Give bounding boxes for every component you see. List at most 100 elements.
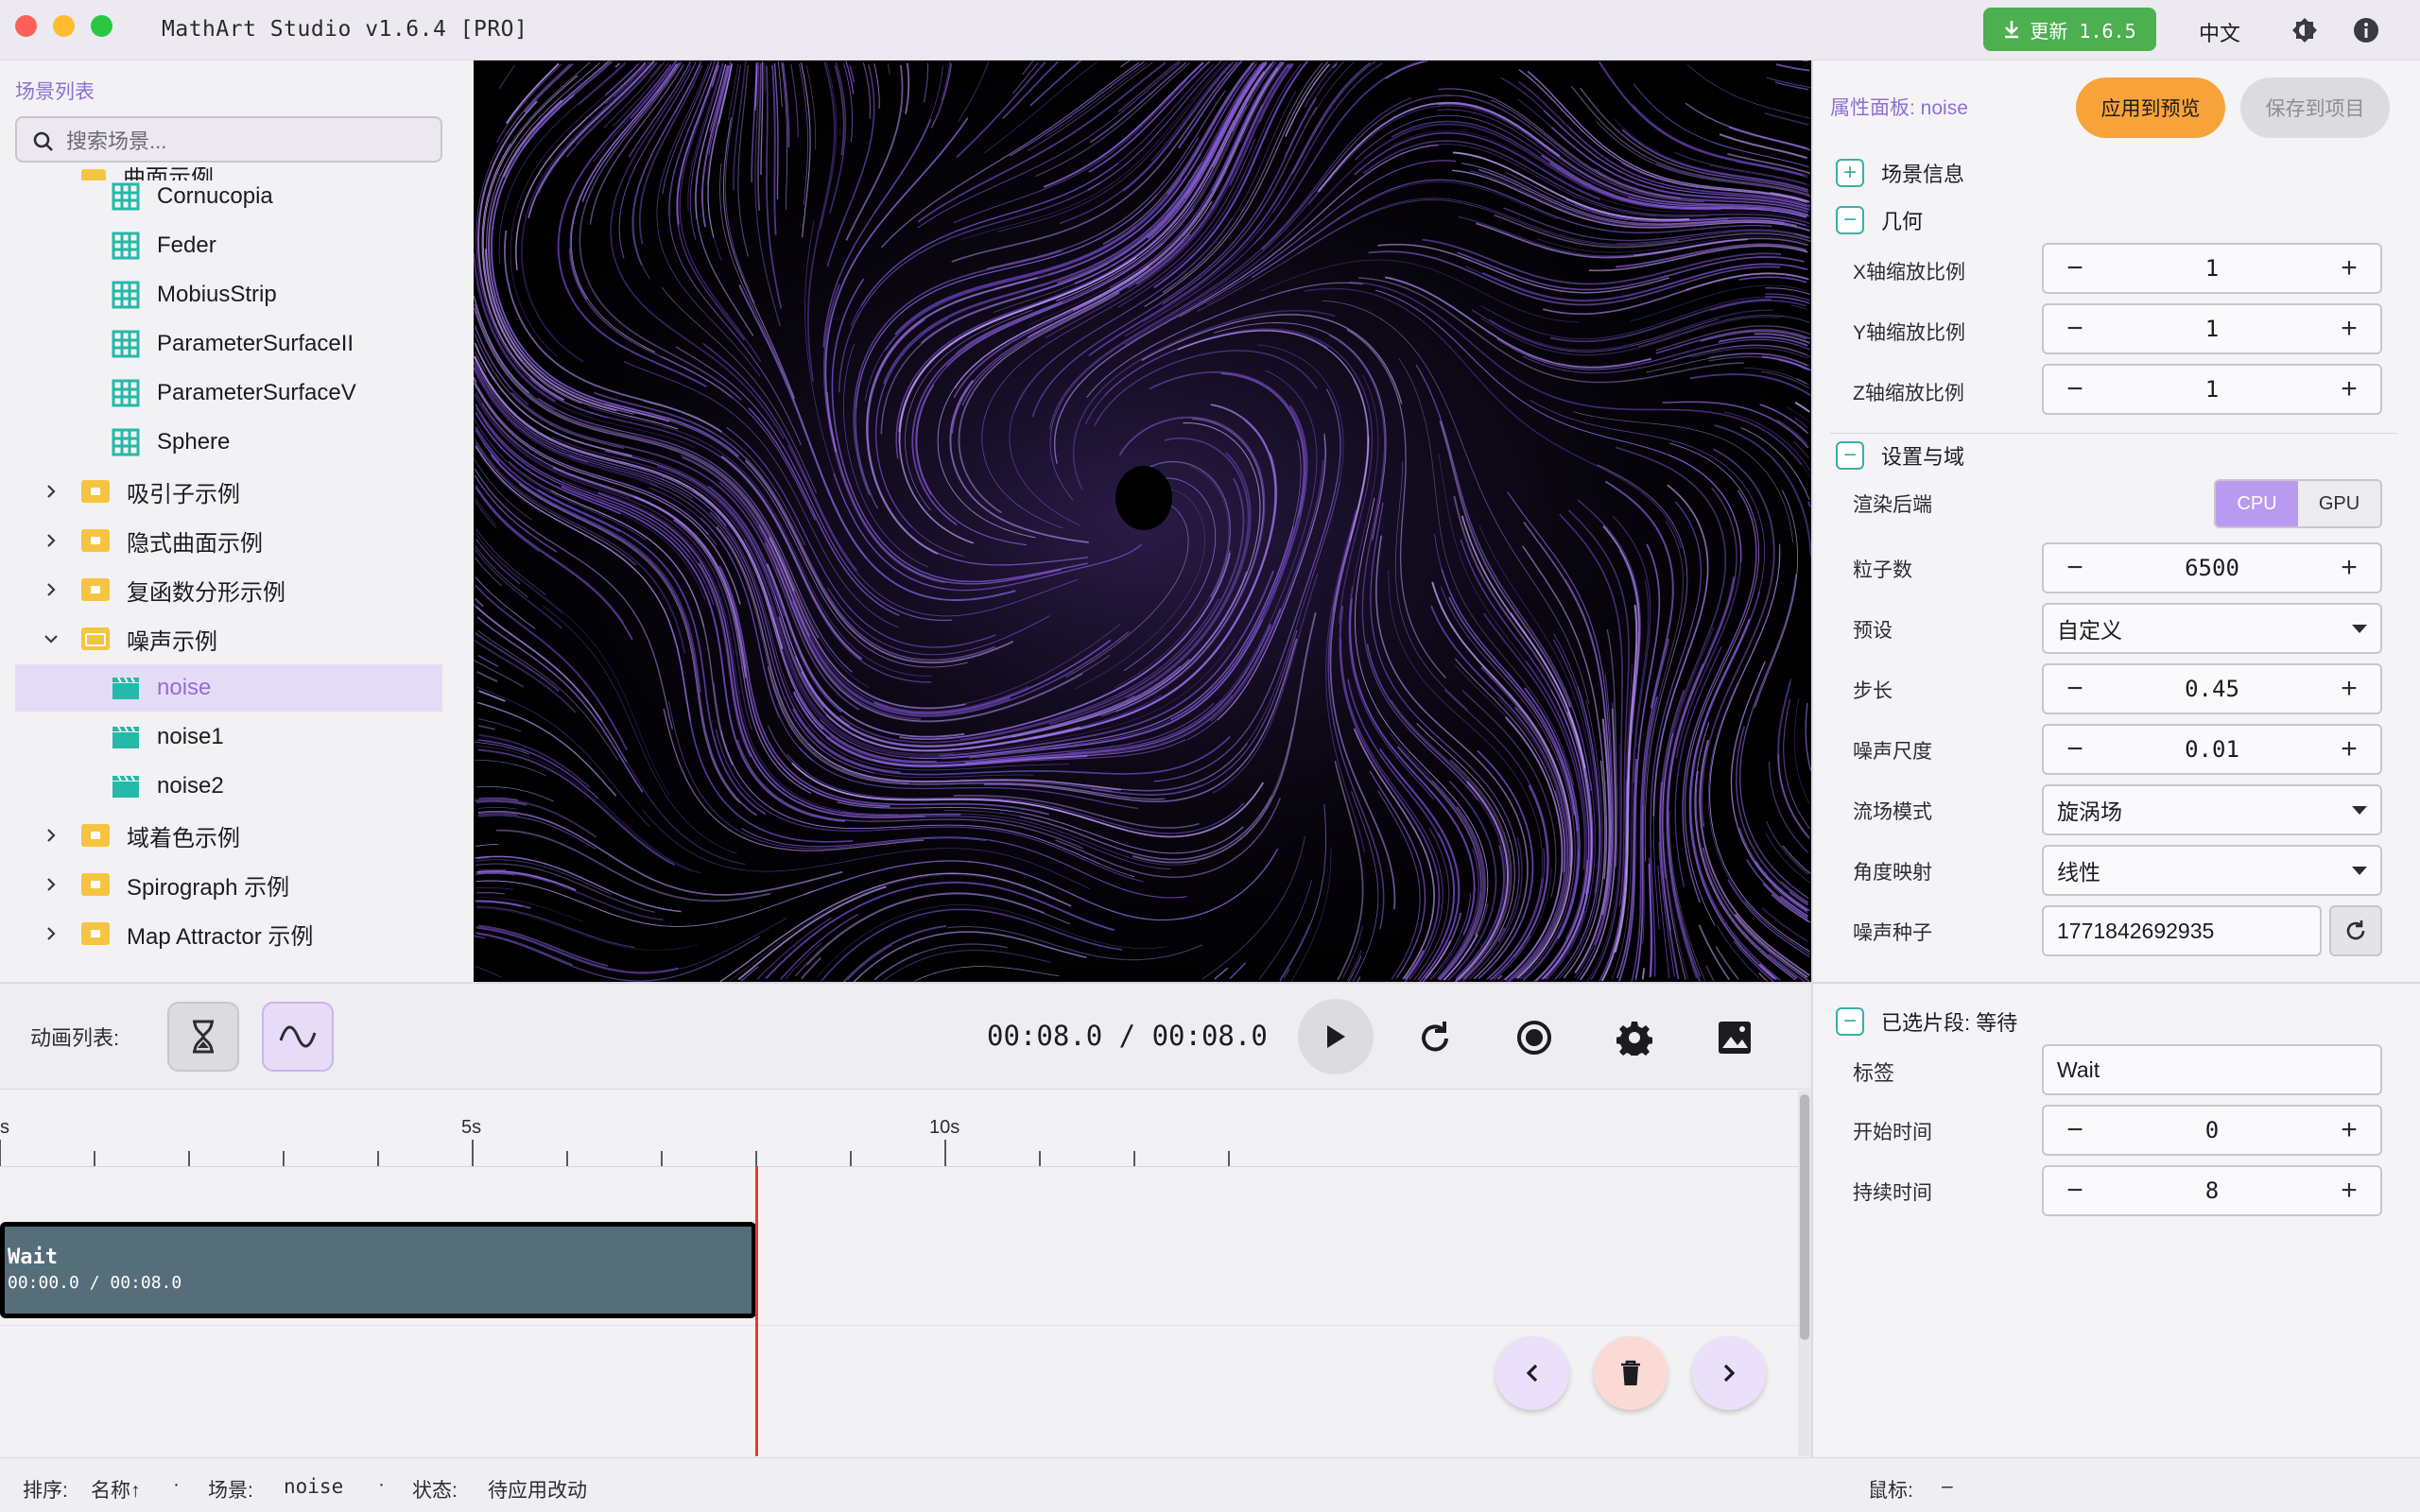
chevron-right-icon[interactable] — [43, 877, 59, 892]
backend-toggle[interactable]: CPU GPU — [2214, 479, 2382, 528]
update-button[interactable]: 更新 1.6.5 — [1983, 8, 2156, 51]
tree-item[interactable]: Spirograph 示例 — [15, 861, 442, 908]
apply-to-preview-button[interactable]: 应用到预览 — [2076, 77, 2225, 138]
tree-item[interactable]: 域着色示例 — [15, 812, 442, 859]
tree-item[interactable]: Cornucopia — [15, 173, 442, 220]
section-geometry[interactable]: − 几何 — [1836, 205, 1923, 235]
chevron-down-icon[interactable] — [43, 631, 59, 646]
tree-item[interactable]: Map Attractor 示例 — [15, 910, 442, 957]
prev-clip-button[interactable] — [1495, 1336, 1569, 1410]
angle-map-dropdown[interactable]: 线性 — [2042, 845, 2382, 896]
decrement-button[interactable]: − — [2061, 313, 2089, 345]
increment-button[interactable]: + — [2335, 313, 2363, 345]
decrement-button[interactable]: − — [2061, 1175, 2089, 1207]
minimize-window-button[interactable] — [53, 15, 75, 37]
seed-input[interactable]: 1771842692935 — [2042, 905, 2322, 956]
tree-item[interactable]: MobiusStrip — [15, 271, 442, 318]
increment-button[interactable]: + — [2335, 673, 2363, 705]
noise-scale-value[interactable]: 0.01 — [2089, 736, 2335, 763]
increment-button[interactable]: + — [2335, 552, 2363, 584]
preset-dropdown[interactable]: 自定义 — [2042, 603, 2382, 654]
start-time-value[interactable]: 0 — [2089, 1117, 2335, 1143]
decrement-button[interactable]: − — [2061, 1114, 2089, 1146]
play-button[interactable] — [1298, 999, 1374, 1074]
step-value[interactable]: 0.45 — [2089, 676, 2335, 702]
tree-item[interactable]: noise — [15, 664, 442, 712]
particles-value[interactable]: 6500 — [2089, 555, 2335, 581]
y-scale-value[interactable]: 1 — [2089, 316, 2335, 342]
close-window-button[interactable] — [15, 15, 37, 37]
gear-icon[interactable] — [1616, 1020, 1652, 1056]
save-to-project-button[interactable]: 保存到项目 — [2240, 77, 2390, 138]
decrement-button[interactable]: − — [2061, 252, 2089, 284]
tree-item[interactable]: 隐式曲面示例 — [15, 517, 442, 564]
flow-mode-dropdown[interactable]: 旋涡场 — [2042, 784, 2382, 835]
z-scale-value[interactable]: 1 — [2089, 376, 2335, 403]
tree-item[interactable]: noise1 — [15, 713, 442, 761]
decrement-button[interactable]: − — [2061, 552, 2089, 584]
x-scale-value[interactable]: 1 — [2089, 255, 2335, 282]
increment-button[interactable]: + — [2335, 733, 2363, 765]
chevron-right-icon[interactable] — [43, 484, 59, 499]
language-selector[interactable]: 中文 — [2199, 17, 2240, 47]
folder-icon — [81, 578, 110, 601]
increment-button[interactable]: + — [2335, 1175, 2363, 1207]
particles-stepper[interactable]: −6500 + — [2042, 542, 2382, 593]
timeline[interactable]: s 5s 10s Wait 00:00.0 / 00:08.0 — [0, 1091, 1811, 1456]
start-time-stepper[interactable]: −0 + — [2042, 1105, 2382, 1156]
decrement-button[interactable]: − — [2061, 733, 2089, 765]
tree-item[interactable]: Sphere — [15, 419, 442, 466]
z-scale-stepper[interactable]: −1 + — [2042, 364, 2382, 415]
backend-label: 渲染后端 — [1853, 494, 1932, 516]
record-icon[interactable] — [1516, 1020, 1552, 1056]
add-wait-button[interactable] — [167, 1002, 239, 1072]
y-scale-stepper[interactable]: −1 + — [2042, 303, 2382, 354]
x-scale-stepper[interactable]: −1 + — [2042, 243, 2382, 294]
maximize-window-button[interactable] — [91, 15, 112, 37]
tree-item[interactable]: noise2 — [15, 763, 442, 810]
info-icon[interactable] — [2351, 15, 2381, 45]
increment-button[interactable]: + — [2335, 373, 2363, 405]
decrement-button[interactable]: − — [2061, 373, 2089, 405]
duration-value[interactable]: 8 — [2089, 1177, 2335, 1204]
playhead[interactable] — [755, 1166, 758, 1456]
timeline-clip-wait[interactable]: Wait 00:00.0 / 00:08.0 — [0, 1222, 756, 1318]
tree-item[interactable]: ParameterSurfaceII — [15, 320, 442, 368]
replay-icon[interactable] — [1417, 1020, 1453, 1056]
increment-button[interactable]: + — [2335, 1114, 2363, 1146]
image-export-icon[interactable] — [1717, 1020, 1753, 1056]
chevron-right-icon[interactable] — [43, 828, 59, 843]
decrement-button[interactable]: − — [2061, 673, 2089, 705]
tree-item-label: noise2 — [157, 773, 224, 799]
noise-scale-stepper[interactable]: −0.01 + — [2042, 724, 2382, 775]
render-preview-canvas[interactable] — [474, 60, 1811, 982]
duration-stepper[interactable]: −8 + — [2042, 1165, 2382, 1216]
section-settings[interactable]: − 设置与域 — [1836, 440, 1964, 471]
refresh-seed-button[interactable] — [2329, 905, 2382, 956]
step-stepper[interactable]: −0.45 + — [2042, 663, 2382, 714]
timeline-scrollbar[interactable] — [1798, 1091, 1811, 1456]
add-animation-button[interactable] — [262, 1002, 334, 1072]
chevron-right-icon[interactable] — [43, 582, 59, 597]
backend-gpu-option[interactable]: GPU — [2298, 481, 2380, 526]
tree-item[interactable]: 复函数分形示例 — [15, 566, 442, 613]
tree-item[interactable]: Feder — [15, 222, 442, 269]
tag-input[interactable]: Wait — [2042, 1044, 2382, 1095]
timeline-ruler[interactable]: s 5s 10s — [0, 1091, 1798, 1167]
sort-value[interactable]: 名称↑ — [91, 1475, 141, 1503]
backend-cpu-option[interactable]: CPU — [2216, 481, 2298, 526]
tree-item[interactable]: 噪声示例 — [15, 615, 442, 662]
next-clip-button[interactable] — [1692, 1336, 1766, 1410]
increment-button[interactable]: + — [2335, 252, 2363, 284]
scrollbar-thumb[interactable] — [1800, 1094, 1809, 1340]
section-selected-clip[interactable]: − 已选片段: 等待 — [1836, 1006, 2017, 1037]
tree-item[interactable]: 吸引子示例 — [15, 468, 442, 515]
delete-clip-button[interactable] — [1594, 1336, 1668, 1410]
section-scene-info[interactable]: + 场景信息 — [1836, 158, 1964, 188]
chevron-right-icon[interactable] — [43, 926, 59, 941]
brightness-icon[interactable] — [2290, 15, 2320, 45]
grid-icon — [112, 232, 140, 260]
tree-item[interactable]: ParameterSurfaceV — [15, 369, 442, 417]
search-input[interactable]: 搜索场景... — [15, 116, 442, 163]
chevron-right-icon[interactable] — [43, 533, 59, 548]
